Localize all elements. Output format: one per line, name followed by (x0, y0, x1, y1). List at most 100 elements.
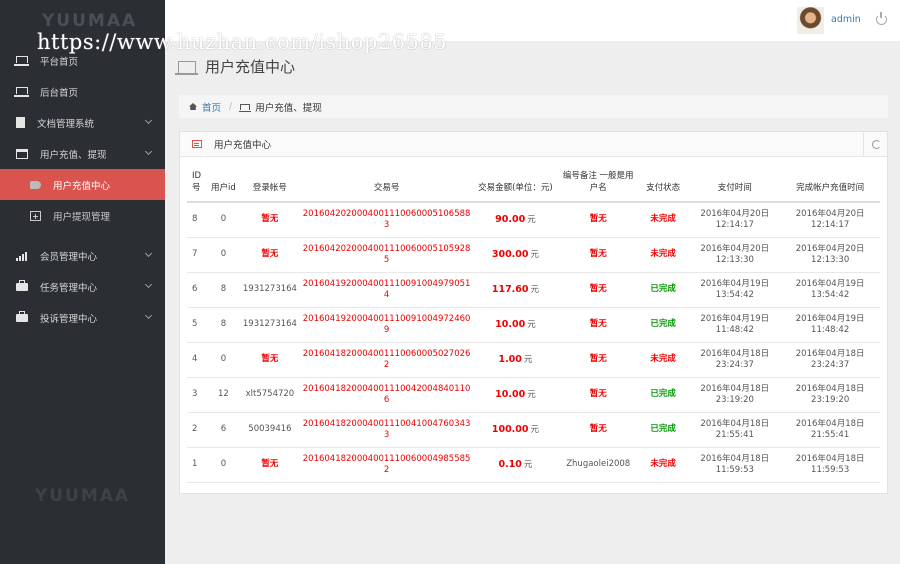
cell-account: 50039416 (238, 412, 302, 448)
done-clock: 12:14:17 (811, 219, 850, 230)
col-header-user-id: 用户id (208, 166, 239, 203)
tags-icon (30, 180, 41, 189)
cell-account: 暂无 (238, 342, 302, 378)
cell-id: 1 (187, 447, 209, 483)
amount-unit: 元 (527, 319, 536, 330)
cell-user-id: 0 (208, 342, 239, 378)
cell-id: 3 (187, 377, 209, 413)
status-badge: 未完成 (650, 249, 676, 259)
cell-amount: 10.00 元 (471, 307, 560, 343)
sidebar-item-members[interactable]: 会员管理中心 (0, 240, 165, 271)
sidebar: YUUMAA 平台首页 后台首页 文档管理系统 用户充值、提现 用户充值中心 用… (0, 0, 165, 564)
sidebar-item-documents[interactable]: 文档管理系统 (0, 107, 165, 138)
status-badge: 已完成 (650, 389, 676, 399)
col-header-account: 登录帐号 (238, 166, 302, 203)
cell-remark: 暂无 (559, 342, 637, 378)
amount-value: 90.00 (495, 213, 526, 225)
sidebar-item-admin-home[interactable]: 后台首页 (0, 76, 165, 107)
breadcrumb-home-link[interactable]: 首页 (202, 100, 221, 114)
cell-id: 2 (187, 412, 209, 448)
sidebar-subitem-recharge-center[interactable]: 用户充值中心 (0, 169, 165, 200)
cell-amount: 90.00 元 (471, 202, 560, 238)
pay-date: 2016年04月18日 (700, 383, 770, 394)
done-date: 2016年04月19日 (795, 313, 865, 324)
user-menu-link[interactable]: admin (831, 14, 861, 25)
cell-status: 未完成 (636, 342, 690, 378)
cell-status: 已完成 (636, 272, 690, 308)
cell-pay-time: 2016年04月18日 21:55:41 (689, 412, 781, 448)
table-row: 7 0 暂无 2016042020004001110060005105928 5 300… (187, 237, 880, 273)
sidebar-subitem-withdraw-management[interactable]: 用户提现管理 (0, 200, 165, 231)
pay-clock: 11:48:42 (715, 324, 754, 335)
cell-user-id: 8 (208, 307, 239, 343)
laptop-icon (175, 60, 198, 75)
sidebar-item-complaints[interactable]: 投诉管理中心 (0, 302, 165, 333)
cell-status: 已完成 (636, 377, 690, 413)
sidebar-item-tasks[interactable]: 任务管理中心 (0, 271, 165, 302)
cell-trade-no: 2016041820004001110042004840110 6 (301, 377, 472, 413)
amount-value: 10.00 (495, 318, 526, 330)
pay-date: 2016年04月20日 (700, 243, 770, 254)
amount-unit: 元 (523, 354, 533, 365)
cell-account: xlt5754720 (238, 377, 302, 413)
sidebar-item-label: 平台首页 (40, 56, 79, 68)
cell-done-time: 2016年04月20日 12:13:30 (780, 237, 880, 273)
file-icon (16, 117, 25, 128)
table-row: 2 6 50039416 201604182000400111004100476034… (187, 412, 880, 448)
cell-user-id: 0 (208, 237, 239, 273)
cell-amount: 10.00 元 (471, 377, 560, 413)
amount-unit: 元 (530, 424, 540, 435)
status-badge: 未完成 (650, 214, 676, 225)
panel-header: 用户充值中心 (180, 132, 887, 157)
cell-trade-no: 2016041820004001110060005027026 2 (301, 342, 472, 378)
cell-pay-time: 2016年04月20日 12:14:17 (689, 202, 781, 238)
breadcrumb-separator: / (229, 101, 233, 112)
power-icon[interactable] (876, 12, 887, 25)
sidebar-subitem-label: 用户提现管理 (53, 211, 111, 223)
cell-pay-time: 2016年04月20日 12:13:30 (689, 237, 781, 273)
col-header-trade-no: 交易号 (301, 166, 472, 203)
table-row: 6 8 1931273164 2016041920004001110091004979… (187, 272, 880, 308)
cell-pay-time: 2016年04月19日 13:54:42 (689, 272, 781, 308)
pay-clock: 13:54:42 (715, 289, 754, 300)
col-header-pay-time: 支付时间 (689, 166, 781, 203)
cell-user-id: 12 (208, 377, 239, 413)
done-clock: 11:59:53 (811, 464, 850, 475)
cell-done-time: 2016年04月18日 23:24:37 (780, 342, 880, 378)
table-row: 5 8 1931273164 2016041920004001110091004972… (187, 307, 880, 343)
cell-status: 已完成 (636, 307, 690, 343)
cell-user-id: 0 (208, 447, 239, 483)
cell-id: 8 (187, 202, 209, 238)
cell-done-time: 2016年04月18日 11:59:53 (780, 447, 880, 483)
cell-trade-no: 2016041920004001110091004979051 4 (301, 272, 472, 308)
page-title: 用户充值中心 (175, 56, 295, 77)
chevron-down-icon (144, 280, 153, 289)
amount-unit: 元 (530, 284, 540, 295)
cell-status: 未完成 (636, 237, 690, 273)
cell-done-time: 2016年04月19日 11:48:42 (780, 307, 880, 343)
status-badge: 已完成 (650, 284, 676, 294)
cell-status: 已完成 (636, 412, 690, 448)
credit-card-icon (16, 148, 28, 159)
done-clock: 23:24:37 (811, 359, 850, 370)
status-badge: 已完成 (650, 319, 676, 329)
pay-clock: 21:55:41 (715, 429, 754, 440)
laptop-icon (14, 87, 29, 97)
cell-remark: 暂无 (559, 412, 637, 448)
status-badge: 已完成 (650, 424, 676, 434)
sidebar-subitem-label: 用户充值中心 (53, 180, 111, 192)
avatar[interactable] (797, 7, 824, 34)
cell-account: 1931273164 (238, 307, 302, 343)
cell-id: 7 (187, 237, 209, 273)
recharge-table: ID号 用户id 登录帐号 交易号 交易金额(单位：元) 编号备注 一般是用户名… (187, 166, 880, 483)
done-date: 2016年04月18日 (795, 383, 865, 394)
cell-done-time: 2016年04月20日 12:14:17 (780, 202, 880, 238)
col-header-remark: 编号备注 一般是用户名 (559, 166, 637, 203)
pay-clock: 23:24:37 (715, 359, 754, 370)
cell-pay-time: 2016年04月18日 23:24:37 (689, 342, 781, 378)
chevron-down-icon (144, 311, 153, 320)
briefcase-icon (16, 310, 28, 322)
refresh-icon[interactable] (863, 132, 887, 156)
sidebar-item-recharge-withdraw[interactable]: 用户充值、提现 (0, 138, 165, 169)
cell-pay-time: 2016年04月18日 23:19:20 (689, 377, 781, 413)
